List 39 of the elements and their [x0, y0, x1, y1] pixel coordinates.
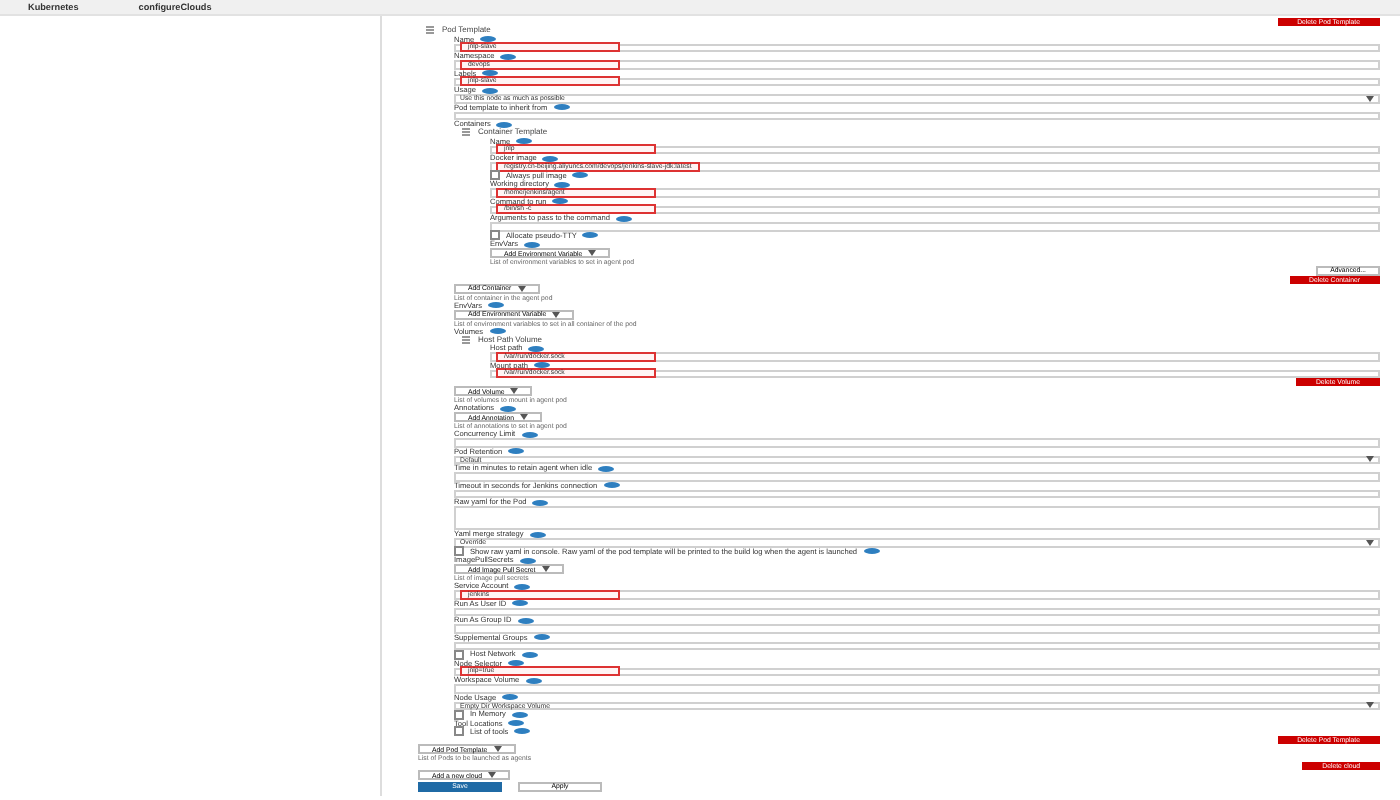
caret-icon [1366, 95, 1374, 102]
help-icon[interactable] [529, 531, 546, 537]
checkbox[interactable] [490, 230, 500, 241]
drag-handle-icon[interactable] [426, 26, 434, 35]
drag-handle-icon[interactable] [462, 335, 470, 344]
caret-icon [488, 772, 497, 778]
help-icon[interactable] [532, 499, 549, 505]
help-icon[interactable] [500, 405, 517, 411]
text-field[interactable] [454, 111, 1380, 120]
text-field[interactable] [454, 472, 1380, 481]
help-icon[interactable] [489, 328, 506, 334]
caret-icon [1366, 456, 1374, 463]
caret-icon [510, 388, 519, 394]
checkbox[interactable] [454, 726, 464, 737]
text-field[interactable] [454, 438, 1380, 447]
text-field[interactable] [454, 607, 1380, 616]
caret-icon [517, 285, 526, 291]
text-field[interactable] [454, 641, 1380, 650]
help-icon[interactable] [524, 241, 541, 247]
caret-icon [493, 746, 502, 752]
text-field[interactable] [454, 624, 1380, 633]
text-field[interactable] [454, 489, 1380, 498]
help-icon[interactable] [519, 557, 536, 563]
text-field[interactable] [490, 222, 1380, 231]
caret-icon [1366, 539, 1374, 546]
checkbox[interactable] [490, 170, 500, 181]
checkbox[interactable] [454, 649, 464, 660]
help-icon[interactable] [488, 302, 505, 308]
caret-icon [588, 250, 597, 256]
caret-icon [541, 566, 550, 572]
caret-icon [520, 414, 529, 420]
help-icon[interactable] [553, 104, 570, 110]
checkbox[interactable] [454, 546, 464, 557]
caret-icon [552, 311, 561, 317]
checkbox[interactable] [454, 709, 464, 720]
text-field[interactable] [454, 684, 1380, 693]
help-icon[interactable] [863, 548, 880, 555]
caret-icon [1366, 702, 1374, 709]
drag-handle-icon[interactable] [462, 128, 470, 137]
